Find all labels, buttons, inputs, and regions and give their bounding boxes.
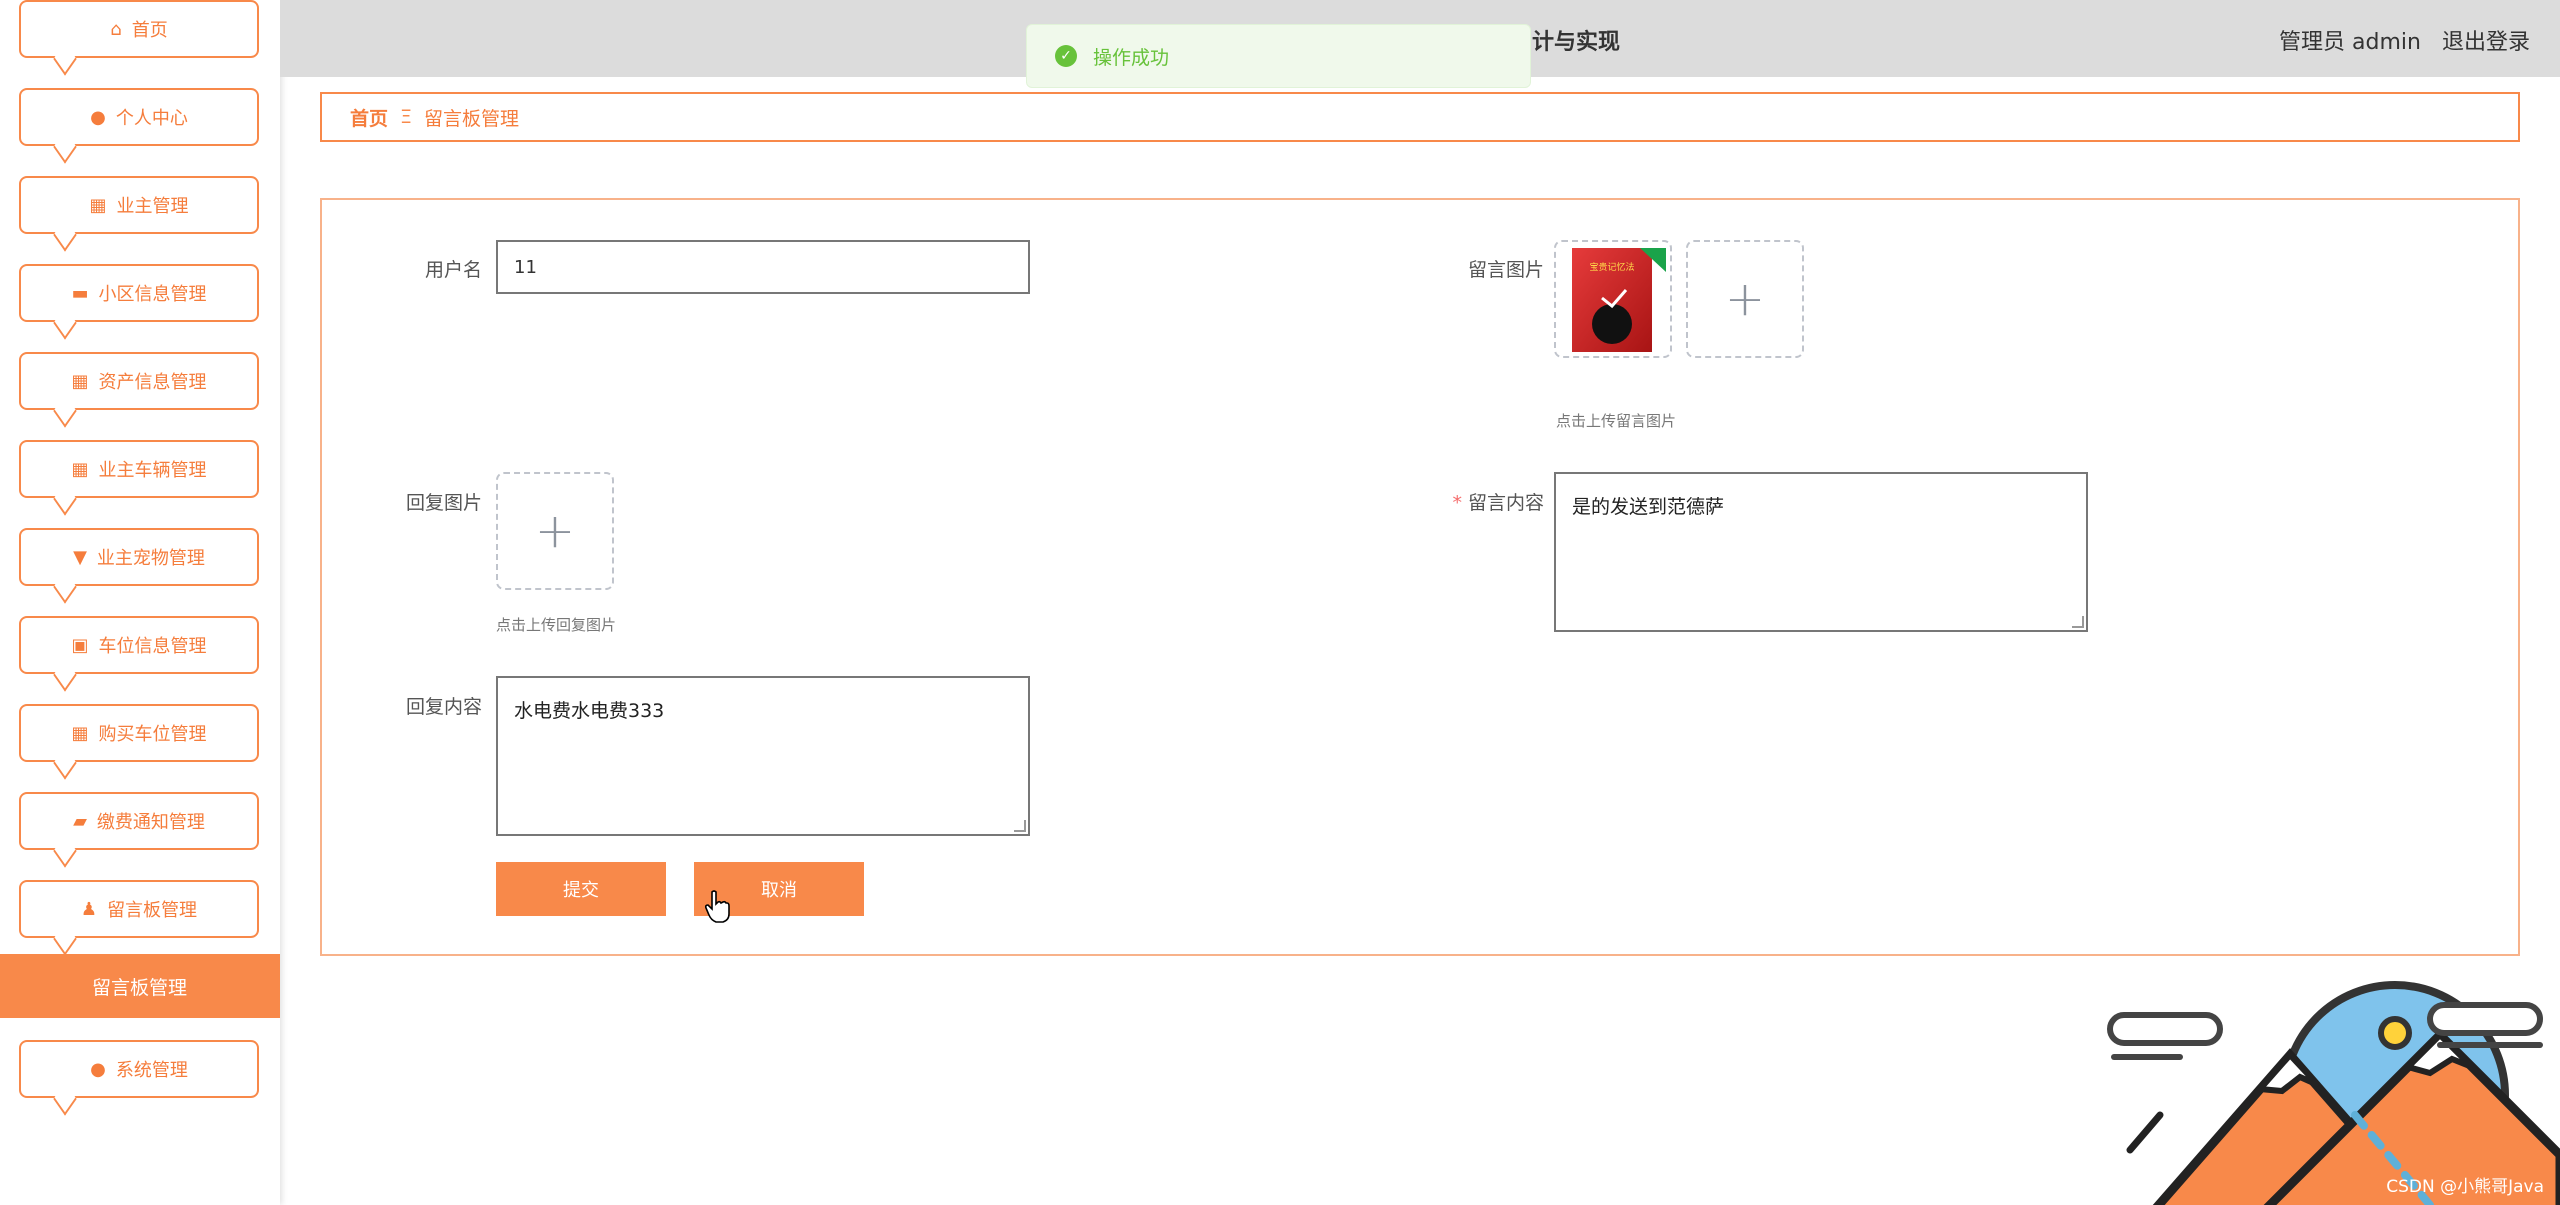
wallet-icon: ▰ (73, 810, 87, 832)
sidebar-item-label: 系统管理 (115, 1060, 188, 1081)
msg-content-label: * 留言内容 (1384, 488, 1544, 515)
sidebar-item-label: 业主管理 (116, 196, 189, 217)
msg-content-text: 是的发送到范德萨 (1572, 496, 1725, 518)
sidebar-item-profile[interactable]: ● 个人中心 (19, 88, 259, 146)
sidebar-item-community[interactable]: ▬ 小区信息管理 (19, 264, 259, 322)
sidebar-item-parking[interactable]: ▣ 车位信息管理 (19, 616, 259, 674)
book-title: 宝贵记忆法 (1589, 261, 1634, 273)
required-asterisk: * (1452, 492, 1462, 514)
form-panel: 用户名 11 留言图片 宝贵记忆法 + 点击上传留言图片 回复图片 + 点击上传… (320, 198, 2520, 956)
sidebar-item-label: 资产信息管理 (98, 372, 207, 393)
msg-content-textarea[interactable]: 是的发送到范德萨 (1554, 472, 2088, 632)
reply-image-hint: 点击上传回复图片 (496, 616, 617, 634)
sidebar: ⌂ 首页 ● 个人中心 ▦ 业主管理 ▬ 小区信息管理 ▦ 资产信息管理 ▦ 业主车辆管理 … (0, 0, 280, 1205)
sidebar-item-label: 个人中心 (115, 108, 188, 129)
sidebar-item-label: 业主宠物管理 (96, 548, 205, 569)
reply-content-text: 水电费水电费333 (514, 700, 665, 722)
hand-cursor-icon (704, 890, 730, 923)
sidebar-item-assets[interactable]: ▦ 资产信息管理 (19, 352, 259, 410)
sidebar-item-vehicles[interactable]: ▦ 业主车辆管理 (19, 440, 259, 498)
msg-content-label-text: 留言内容 (1467, 492, 1544, 514)
msg-image-hint: 点击上传留言图片 (1556, 412, 1677, 430)
sidebar-item-label: 车位信息管理 (98, 636, 207, 657)
sidebar-subitem-messages[interactable]: 留言板管理 (0, 954, 280, 1018)
reply-image-uploader[interactable]: + (496, 472, 614, 590)
breadcrumb-separator: Ξ (400, 106, 413, 128)
user-label: 管理员 admin (2279, 30, 2421, 55)
system-title: 计与实现 (1532, 30, 1621, 55)
breadcrumb-home[interactable]: 首页 (350, 104, 388, 131)
sidebar-item-pets[interactable]: ▼ 业主宠物管理 (19, 528, 259, 586)
resize-handle-icon[interactable] (2072, 616, 2084, 628)
user-area: 管理员 admin 退出登录 (2265, 24, 2530, 56)
username-input[interactable]: 11 (496, 240, 1030, 294)
stamp-icon: ♟ (80, 898, 98, 920)
tag-icon: ▼ (73, 546, 87, 568)
success-toast: ✓ 操作成功 (1026, 24, 1531, 88)
grid-icon: ▦ (71, 458, 89, 480)
sidebar-item-label: 缴费通知管理 (96, 812, 205, 833)
msg-image-uploader[interactable]: + (1686, 240, 1804, 358)
sidebar-item-label: 小区信息管理 (98, 284, 207, 305)
sidebar-item-buy-parking[interactable]: ▦ 购买车位管理 (19, 704, 259, 762)
sidebar-item-label: 首页 (131, 20, 168, 41)
grid-icon: ▦ (71, 370, 89, 392)
book-cover-image: 宝贵记忆法 (1572, 248, 1666, 352)
sidebar-item-messages[interactable]: ♟ 留言板管理 (19, 880, 259, 938)
msg-image-label: 留言图片 (1467, 259, 1544, 281)
watermark: CSDN @小熊哥Java (2386, 1177, 2544, 1197)
grid-icon: ▦ (71, 722, 89, 744)
sidebar-item-label: 留言板管理 (107, 900, 198, 921)
sidebar-item-label: 业主车辆管理 (98, 460, 207, 481)
submit-button[interactable]: 提交 (496, 862, 666, 916)
grid-icon: ▦ (89, 194, 107, 216)
success-check-icon: ✓ (1055, 45, 1077, 67)
home-icon: ⌂ (110, 18, 122, 40)
sidebar-item-system[interactable]: ● 系统管理 (19, 1040, 259, 1098)
user-icon: ● (90, 106, 106, 128)
sidebar-item-payments[interactable]: ▰ 缴费通知管理 (19, 792, 259, 850)
sidebar-item-label: 购买车位管理 (98, 724, 207, 745)
reply-content-textarea[interactable]: 水电费水电费333 (496, 676, 1030, 836)
sidebar-item-home[interactable]: ⌂ 首页 (19, 0, 259, 58)
logout-link[interactable]: 退出登录 (2442, 30, 2530, 55)
resize-handle-icon[interactable] (1014, 820, 1026, 832)
briefcase-icon: ▬ (71, 282, 89, 304)
toast-message: 操作成功 (1093, 46, 1170, 69)
sidebar-item-owners[interactable]: ▦ 业主管理 (19, 176, 259, 234)
breadcrumb: 首页 Ξ 留言板管理 (320, 92, 2520, 142)
user-icon: ● (90, 1058, 106, 1080)
mountain-mascot-illustration (2107, 981, 2560, 1205)
msg-image-thumbnail[interactable]: 宝贵记忆法 (1554, 240, 1672, 358)
reply-content-label: 回复内容 (405, 696, 482, 718)
username-label: 用户名 (424, 259, 482, 281)
breadcrumb-current: 留言板管理 (424, 107, 520, 130)
document-icon: ▣ (71, 634, 89, 656)
reply-image-label: 回复图片 (405, 492, 482, 514)
plus-icon: + (534, 503, 576, 559)
plus-icon: + (1724, 271, 1766, 327)
